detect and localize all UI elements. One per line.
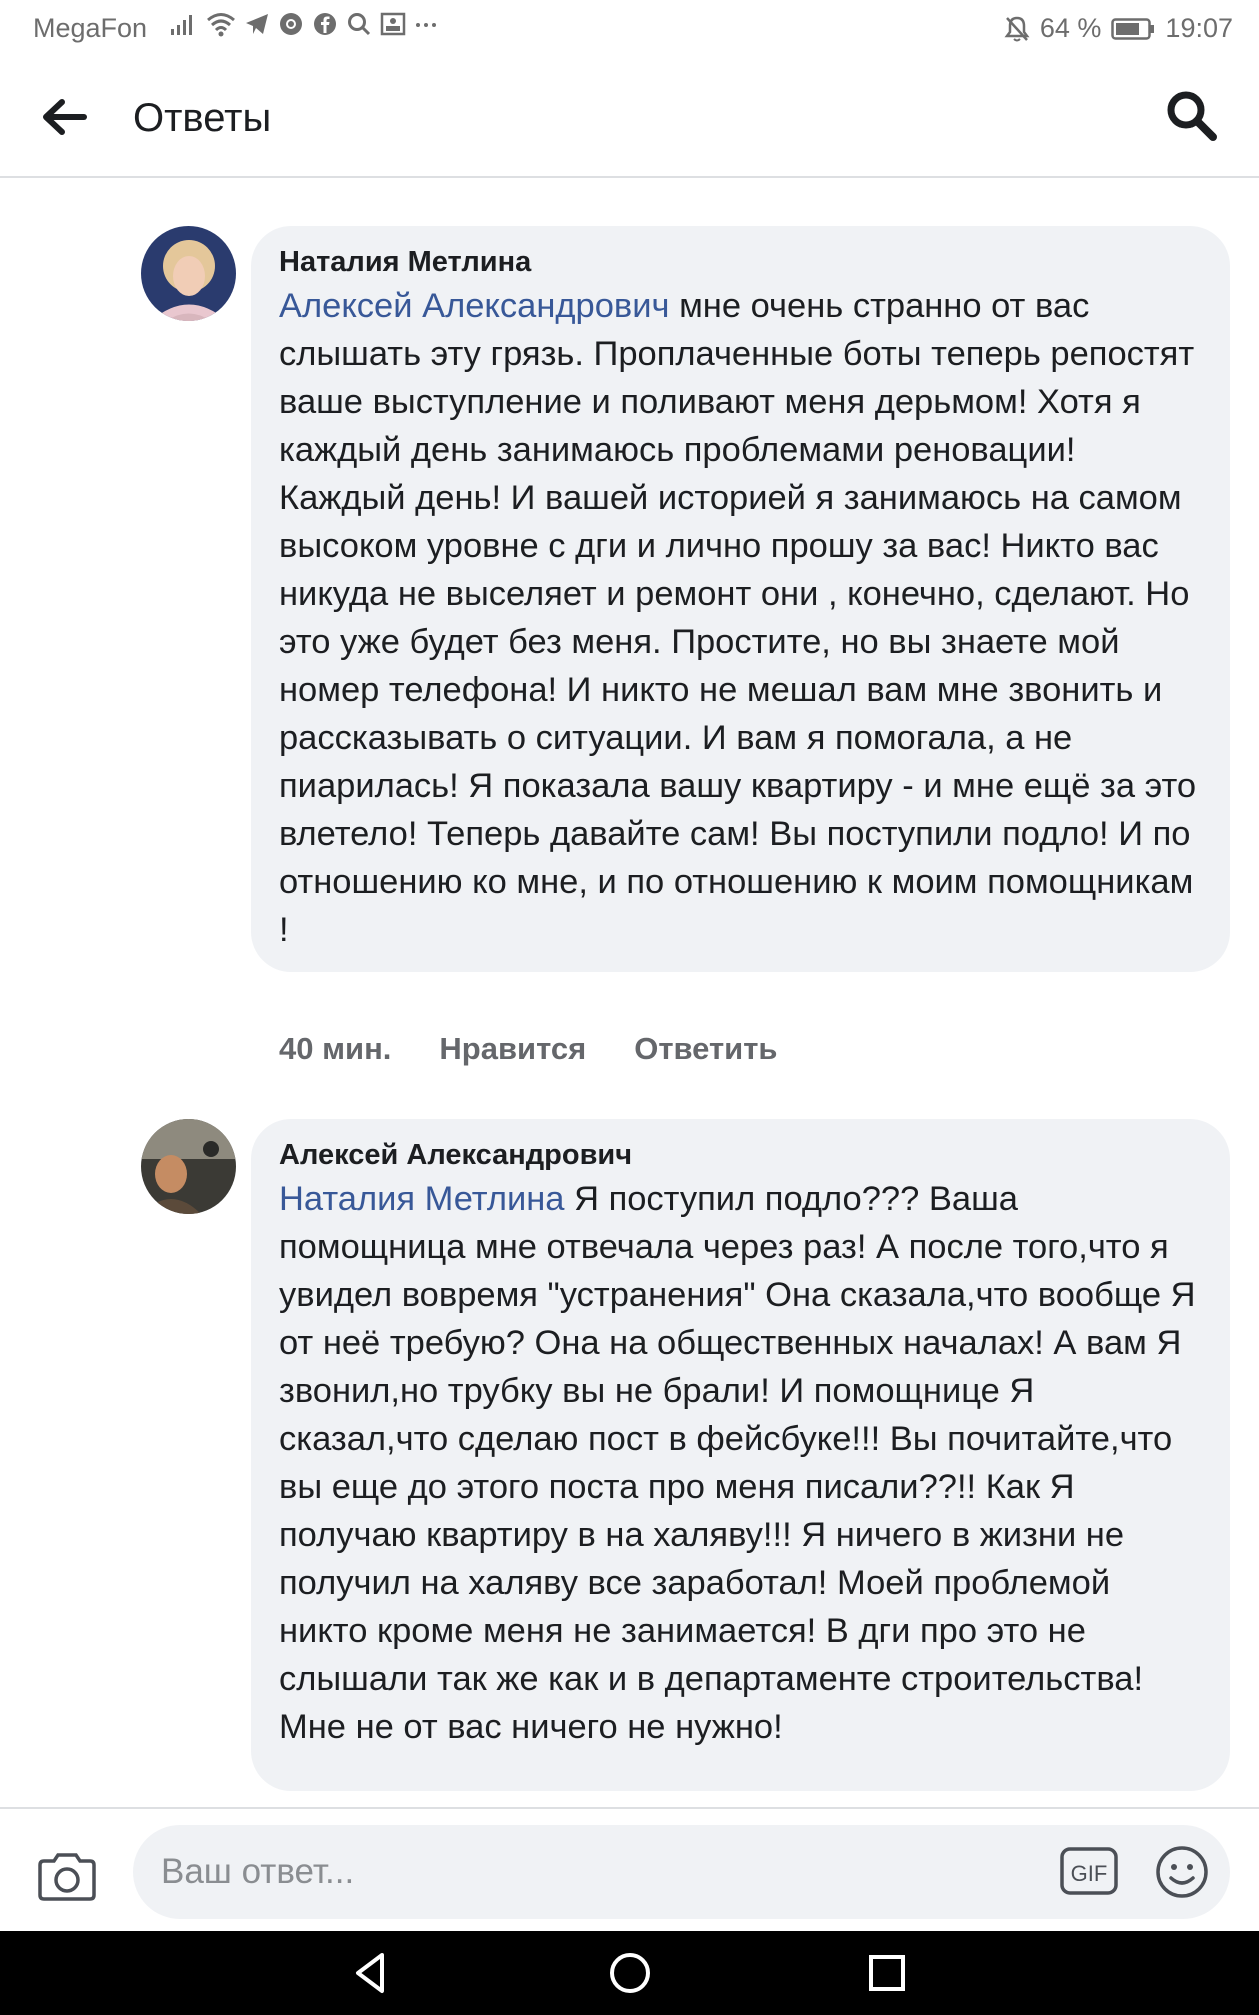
gif-label: GIF (1071, 1861, 1108, 1886)
chrome-icon (280, 13, 302, 35)
gallery-icon (380, 12, 406, 36)
search-button[interactable] (1164, 88, 1220, 144)
comment-text: Наталия Метлина Я поступил подло??? Ваша… (279, 1175, 1202, 1751)
gif-button[interactable]: GIF (1060, 1845, 1118, 1897)
page-title: Ответы (133, 96, 272, 140)
comment-author[interactable]: Наталия Метлина (279, 242, 1202, 282)
avatar[interactable] (141, 226, 236, 321)
system-nav-bar (0, 1931, 1259, 2015)
search-icon (348, 13, 371, 36)
status-icons (170, 11, 438, 37)
search-icon (1167, 91, 1217, 141)
mute-icon (1004, 16, 1030, 41)
arrow-left-icon (43, 99, 87, 135)
status-right: 64 % 19:07 (1004, 13, 1233, 44)
clock: 19:07 (1165, 13, 1233, 43)
comment-body: мне очень странно от вас слышать эту гря… (279, 287, 1197, 949)
comment-actions: 40 мин. Нравится Ответить (279, 1031, 777, 1067)
nav-recents-button[interactable] (862, 1948, 912, 1998)
facebook-icon (314, 13, 336, 35)
avatar[interactable] (141, 1119, 236, 1214)
signal-icon (171, 15, 192, 35)
emoji-icon (1156, 1846, 1208, 1898)
telegram-icon (246, 14, 268, 34)
reply-button[interactable]: Ответить (634, 1031, 777, 1067)
gif-icon: GIF (1060, 1847, 1118, 1895)
camera-button[interactable] (36, 1851, 98, 1903)
comment-time: 40 мин. (279, 1031, 392, 1066)
comment-bubble: Наталия Метлина Алексей Александрович мн… (251, 226, 1230, 972)
app-header: Ответы (0, 58, 1259, 178)
mention-link[interactable]: Алексей Александрович (279, 287, 669, 325)
nav-back-button[interactable] (346, 1948, 396, 1998)
emoji-button[interactable] (1155, 1845, 1209, 1899)
triangle-back-icon (356, 1953, 384, 1993)
wifi-icon (207, 13, 235, 37)
comment-body: Я поступил подло??? Ваша помощница мне о… (279, 1180, 1196, 1746)
circle-home-icon (610, 1953, 650, 1993)
mention-link[interactable]: Наталия Метлина (279, 1180, 564, 1218)
back-button[interactable] (40, 94, 92, 140)
battery-icon (1111, 17, 1155, 40)
carrier-name: MegaFon (33, 13, 148, 43)
comment-bubble: Алексей Александрович Наталия Метлина Я … (251, 1119, 1230, 1791)
like-button[interactable]: Нравится (439, 1031, 586, 1067)
more-icon (416, 23, 436, 27)
comment-text: Алексей Александрович мне очень странно … (279, 282, 1202, 954)
nav-home-button[interactable] (605, 1948, 655, 1998)
battery-percent: 64 % (1039, 13, 1102, 43)
camera-icon (38, 1853, 96, 1901)
comment-author[interactable]: Алексей Александрович (279, 1135, 1202, 1175)
status-bar: MegaFon 64 % 19:07 (0, 0, 1259, 58)
reply-composer: GIF (0, 1807, 1259, 1933)
square-recents-icon (869, 1955, 905, 1991)
